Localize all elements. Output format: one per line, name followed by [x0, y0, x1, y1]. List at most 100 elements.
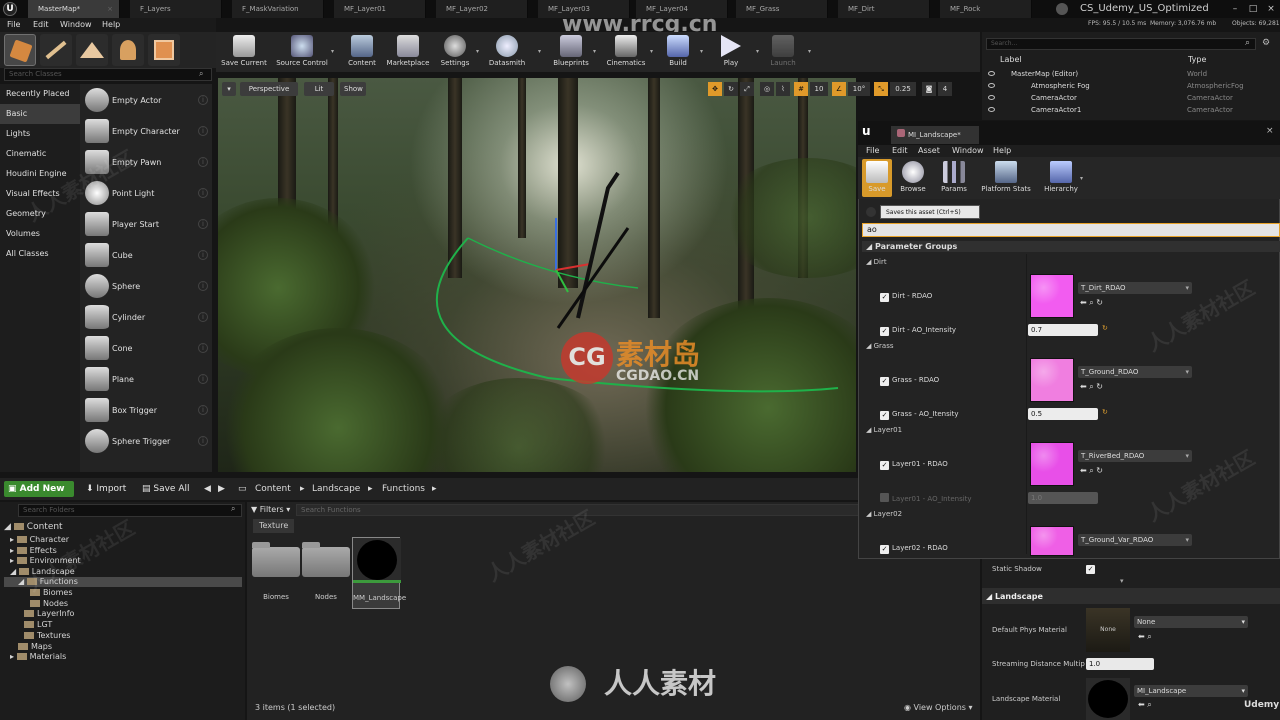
translate-mode-icon[interactable]: ✥ [708, 82, 722, 96]
ao-intensity-field[interactable]: 0.5 [1028, 408, 1098, 420]
param-layer01-ao[interactable]: Layer01 - AO_Intensity [880, 493, 972, 504]
landscape-material-thumbnail[interactable] [1086, 678, 1130, 720]
class-item-plane[interactable]: Plane i [82, 364, 212, 395]
param-checkbox[interactable]: ✓ [880, 293, 889, 302]
scale-snap-icon[interactable]: ⤡ [874, 82, 888, 96]
doc-tab[interactable]: F_MaskVariation [232, 0, 324, 18]
chevron-down-icon[interactable]: ▾ [700, 48, 703, 55]
reset-arrow-icon[interactable]: ↻ [1102, 324, 1108, 332]
static-shadow-checkbox[interactable]: ✓ [1086, 565, 1095, 574]
place-mode-icon[interactable] [4, 34, 36, 66]
visibility-eye-icon[interactable] [988, 95, 995, 100]
source-control-icon[interactable] [1056, 3, 1068, 15]
param-checkbox[interactable]: ✓ [880, 327, 889, 336]
maximize-icon[interactable]: □ [1244, 0, 1262, 18]
cinematics-button[interactable]: Cinematics [604, 32, 648, 72]
menu-window[interactable]: Window [60, 18, 92, 32]
landscape-material-dropdown[interactable]: MI_Landscape ▾ [1134, 685, 1248, 697]
param-checkbox[interactable]: ✓ [880, 461, 889, 470]
group-dirt-header[interactable]: ◢ Dirt [866, 258, 887, 266]
rotate-mode-icon[interactable]: ↻ [724, 82, 738, 96]
settings-button[interactable]: Settings [438, 32, 472, 72]
menu-edit[interactable]: Edit [33, 18, 49, 32]
texture-picker-icons[interactable]: ⬅ ⌕ ↻ [1080, 466, 1103, 476]
outliner-row[interactable]: CameraActor1 CameraActor [985, 104, 1271, 116]
param-checkbox[interactable]: ✓ [880, 411, 889, 420]
texture-dropdown[interactable]: T_Dirt_RDAO [1078, 282, 1192, 294]
outliner-row[interactable]: Atmospheric Fog AtmosphericFog [985, 80, 1271, 92]
phys-material-thumbnail[interactable]: None [1086, 608, 1130, 652]
param-checkbox[interactable] [880, 493, 889, 502]
tree-node-maps[interactable]: Maps [18, 642, 52, 652]
asset-folder-nodes[interactable]: Nodes [302, 537, 350, 607]
outliner-search-input[interactable]: Search... [986, 38, 1256, 50]
ao-intensity-field[interactable]: 1.0 [1028, 492, 1098, 504]
category-all-classes[interactable]: All Classes [0, 244, 80, 264]
class-item-sphere-trigger[interactable]: Sphere Trigger i [82, 426, 212, 457]
category-recently-placed[interactable]: Recently Placed [0, 84, 80, 104]
save-current-button[interactable]: Save Current [220, 32, 268, 72]
doc-tab[interactable]: MF_Grass [736, 0, 828, 18]
play-button[interactable]: Play [716, 32, 746, 72]
column-label[interactable]: Label [1000, 54, 1022, 66]
chevron-down-icon[interactable]: ▾ [476, 48, 479, 55]
mi-menu-edit[interactable]: Edit [892, 145, 908, 157]
chevron-down-icon[interactable]: ▾ [650, 48, 653, 55]
doc-tab[interactable]: F_Layers [130, 0, 222, 18]
asset-mm-landscape[interactable]: MM_Landscape [352, 537, 406, 609]
forward-arrow-icon[interactable]: ▶ [218, 481, 225, 497]
phys-material-dropdown[interactable]: None ▾ [1134, 616, 1248, 628]
texture-dropdown[interactable]: T_Ground_RDAO [1078, 366, 1192, 378]
param-checkbox[interactable]: ✓ [880, 377, 889, 386]
doc-tab[interactable]: MF_Rock [940, 0, 1032, 18]
param-grass-rdao[interactable]: ✓ Grass - RDAO [880, 375, 939, 386]
texture-dropdown[interactable]: T_Ground_Var_RDAO [1078, 534, 1192, 546]
chevron-down-icon[interactable]: ▾ [538, 48, 541, 55]
info-icon[interactable]: i [198, 157, 208, 167]
camera-speed-icon[interactable]: ◙ [922, 82, 936, 96]
grid-snap-value[interactable]: 10 [810, 82, 828, 96]
breadcrumb-functions[interactable]: Functions [382, 481, 425, 497]
tree-node-materials[interactable]: ▸ Materials [10, 652, 66, 662]
info-icon[interactable]: i [198, 188, 208, 198]
mi-save-button[interactable]: Save [862, 159, 892, 197]
close-window-icon[interactable]: × [1262, 0, 1280, 18]
info-icon[interactable]: i [198, 250, 208, 260]
param-grass-ao[interactable]: ✓ Grass - AO_Itensity [880, 409, 959, 420]
rotation-snap-value[interactable]: 10° [848, 82, 870, 96]
class-item-cylinder[interactable]: Cylinder i [82, 302, 212, 333]
info-icon[interactable]: i [198, 312, 208, 322]
group-layer02-header[interactable]: ◢ Layer02 [866, 510, 902, 518]
surface-snap-icon[interactable]: ⌇ [776, 82, 790, 96]
class-item-cone[interactable]: Cone i [82, 333, 212, 364]
mi-platform-stats-button[interactable]: Platform Stats [978, 159, 1034, 197]
mi-menu-window[interactable]: Window [952, 145, 984, 157]
camera-speed-value[interactable]: 4 [938, 82, 952, 96]
tree-node-lgt[interactable]: LGT [24, 620, 52, 630]
doc-tab[interactable]: MF_Layer02 [436, 0, 528, 18]
search-folders-input[interactable]: Search Folders [18, 504, 242, 517]
content-button[interactable]: Content [346, 32, 378, 72]
ao-intensity-field[interactable]: 0.7 [1028, 324, 1098, 336]
world-space-icon[interactable]: ◎ [760, 82, 774, 96]
streaming-distance-field[interactable]: 1.0 [1086, 658, 1154, 670]
chevron-down-icon[interactable]: ▾ [808, 48, 811, 55]
info-icon[interactable]: i [198, 436, 208, 446]
landscape-mode-icon[interactable] [76, 34, 108, 66]
chevron-down-icon[interactable]: ▾ [756, 48, 759, 55]
scale-mode-icon[interactable]: ⤢ [740, 82, 754, 96]
chevron-down-icon[interactable]: ▾ [331, 48, 334, 55]
menu-file[interactable]: File [7, 18, 20, 32]
category-lights[interactable]: Lights [0, 124, 80, 144]
texture-picker-icons[interactable]: ⬅ ⌕ ↻ [1080, 298, 1103, 308]
viewport-options-icon[interactable]: ▾ [222, 82, 236, 96]
scale-snap-value[interactable]: 0.25 [890, 82, 916, 96]
info-icon[interactable]: i [198, 405, 208, 415]
foliage-mode-icon[interactable] [112, 34, 144, 66]
param-checkbox[interactable]: ✓ [880, 545, 889, 554]
tree-node-nodes[interactable]: Nodes [30, 599, 68, 609]
texture-thumbnail[interactable] [1030, 274, 1074, 318]
rotation-snap-icon[interactable]: ∠ [832, 82, 846, 96]
mi-menu-asset[interactable]: Asset [918, 145, 940, 157]
column-type[interactable]: Type [1188, 54, 1206, 66]
